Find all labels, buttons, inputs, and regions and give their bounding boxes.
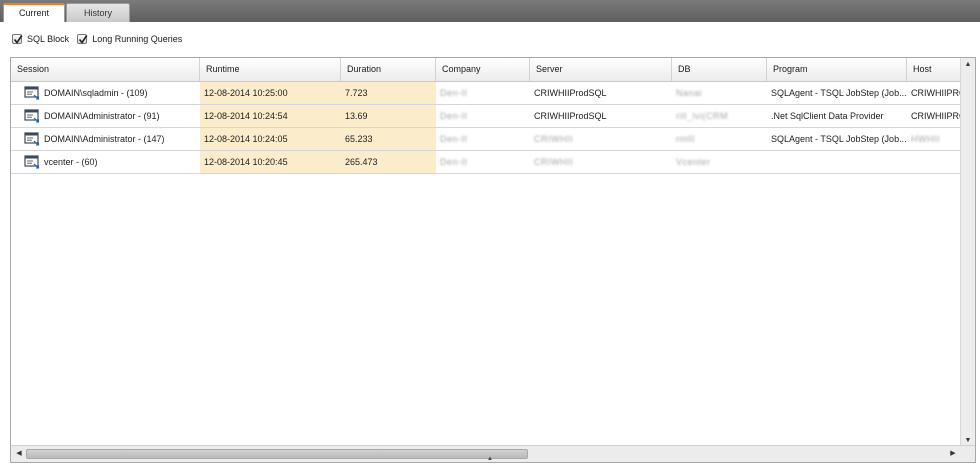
host-cell: CRIWHIIPRO [911, 111, 961, 121]
session-name: DOMAIN\Administrator - (91) [44, 111, 160, 121]
session-window-icon [24, 109, 40, 123]
runtime-value: 12-08-2014 10:25:00 [204, 88, 288, 98]
server-cell: CRIWHIIProdSQL [534, 88, 607, 98]
runtime-value: 12-08-2014 10:24:54 [204, 111, 288, 121]
duration-cell: 13.69 [341, 105, 436, 127]
long-running-checkbox[interactable] [77, 34, 88, 44]
db-cell: rill_lvi(CRM [676, 111, 728, 121]
server-cell: CRIWHII [534, 157, 573, 167]
session-cell: DOMAIN\Administrator - (147) [11, 128, 200, 150]
company-cell: Den-II [440, 157, 468, 167]
session-window-icon [24, 155, 40, 169]
server-cell: CRIWHII [534, 134, 573, 144]
column-header-server[interactable]: Server [530, 58, 672, 81]
session-name: DOMAIN\Administrator - (147) [44, 134, 165, 144]
duration-cell: 7.723 [341, 82, 436, 104]
scroll-left-arrow-icon[interactable]: ◀ [12, 448, 26, 460]
session-cell: DOMAIN\Administrator - (91) [11, 105, 200, 127]
duration-value: 265.473 [345, 157, 378, 167]
host-cell: HWHII [911, 134, 940, 144]
vertical-scrollbar[interactable]: ▲ ▼ [960, 58, 975, 448]
runtime-value: 12-08-2014 10:24:05 [204, 134, 288, 144]
scroll-up-arrow-icon[interactable]: ▲ [961, 59, 975, 71]
program-cell: SQLAgent - TSQL JobStep (Job... [771, 88, 907, 98]
db-cell: Nanai [676, 88, 703, 98]
table-row[interactable]: DOMAIN\Administrator - (147) 12-08-2014 … [11, 128, 961, 151]
table-row[interactable]: DOMAIN\Administrator - (91) 12-08-2014 1… [11, 105, 961, 128]
long-running-label: Long Running Queries [92, 34, 183, 44]
column-header-host[interactable]: Host [907, 58, 961, 81]
server-cell: CRIWHIIProdSQL [534, 111, 607, 121]
table-row[interactable]: DOMAIN\sqladmin - (109) 12-08-2014 10:25… [11, 82, 961, 105]
checkmark-icon [79, 35, 88, 44]
session-window-icon [24, 86, 40, 100]
filter-bar: SQL Block Long Running Queries [12, 32, 190, 46]
tab-current[interactable]: Current [3, 3, 65, 22]
session-name: vcenter - (60) [44, 157, 98, 167]
duration-value: 13.69 [345, 111, 368, 121]
company-cell: Den-II [440, 111, 468, 121]
column-header-company[interactable]: Company [436, 58, 530, 81]
db-cell: rmlll [676, 134, 695, 144]
horizontal-scroll-thumb[interactable] [26, 449, 528, 459]
column-header-db[interactable]: DB [672, 58, 767, 81]
column-header-session[interactable]: Session [11, 58, 200, 81]
column-header-duration[interactable]: Duration [341, 58, 436, 81]
program-cell: SQLAgent - TSQL JobStep (Job... [771, 134, 907, 144]
tab-strip: Current History [0, 0, 980, 22]
session-grid: Session Runtime Duration Company Server … [10, 57, 976, 463]
tab-history[interactable]: History [66, 3, 130, 22]
duration-cell: 65.233 [341, 128, 436, 150]
runtime-value: 12-08-2014 10:20:45 [204, 157, 288, 167]
host-cell: CRIWHIIPRO [911, 88, 961, 98]
session-window-icon [24, 132, 40, 146]
duration-value: 7.723 [345, 88, 368, 98]
duration-cell: 265.473 [341, 151, 436, 173]
session-name: DOMAIN\sqladmin - (109) [44, 88, 148, 98]
panel-expand-icon[interactable]: ▲ [484, 455, 496, 463]
company-cell: Den-II [440, 134, 468, 144]
column-header-program[interactable]: Program [767, 58, 907, 81]
scroll-right-arrow-icon[interactable]: ▶ [946, 448, 960, 460]
program-cell: .Net SqlClient Data Provider [771, 111, 884, 121]
program-cell [767, 151, 907, 173]
session-cell: DOMAIN\sqladmin - (109) [11, 82, 200, 104]
duration-value: 65.233 [345, 134, 373, 144]
table-row[interactable]: vcenter - (60) 12-08-2014 10:20:45 265.4… [11, 151, 961, 174]
db-cell: Vcenter [676, 157, 711, 167]
column-header-runtime[interactable]: Runtime [200, 58, 341, 81]
sql-block-label: SQL Block [27, 34, 70, 44]
checkmark-icon [13, 35, 23, 44]
company-cell: Den-II [440, 88, 468, 98]
session-cell: vcenter - (60) [11, 151, 200, 173]
grid-header: Session Runtime Duration Company Server … [11, 58, 961, 82]
sql-block-checkbox[interactable] [12, 34, 23, 44]
host-cell [907, 151, 961, 173]
